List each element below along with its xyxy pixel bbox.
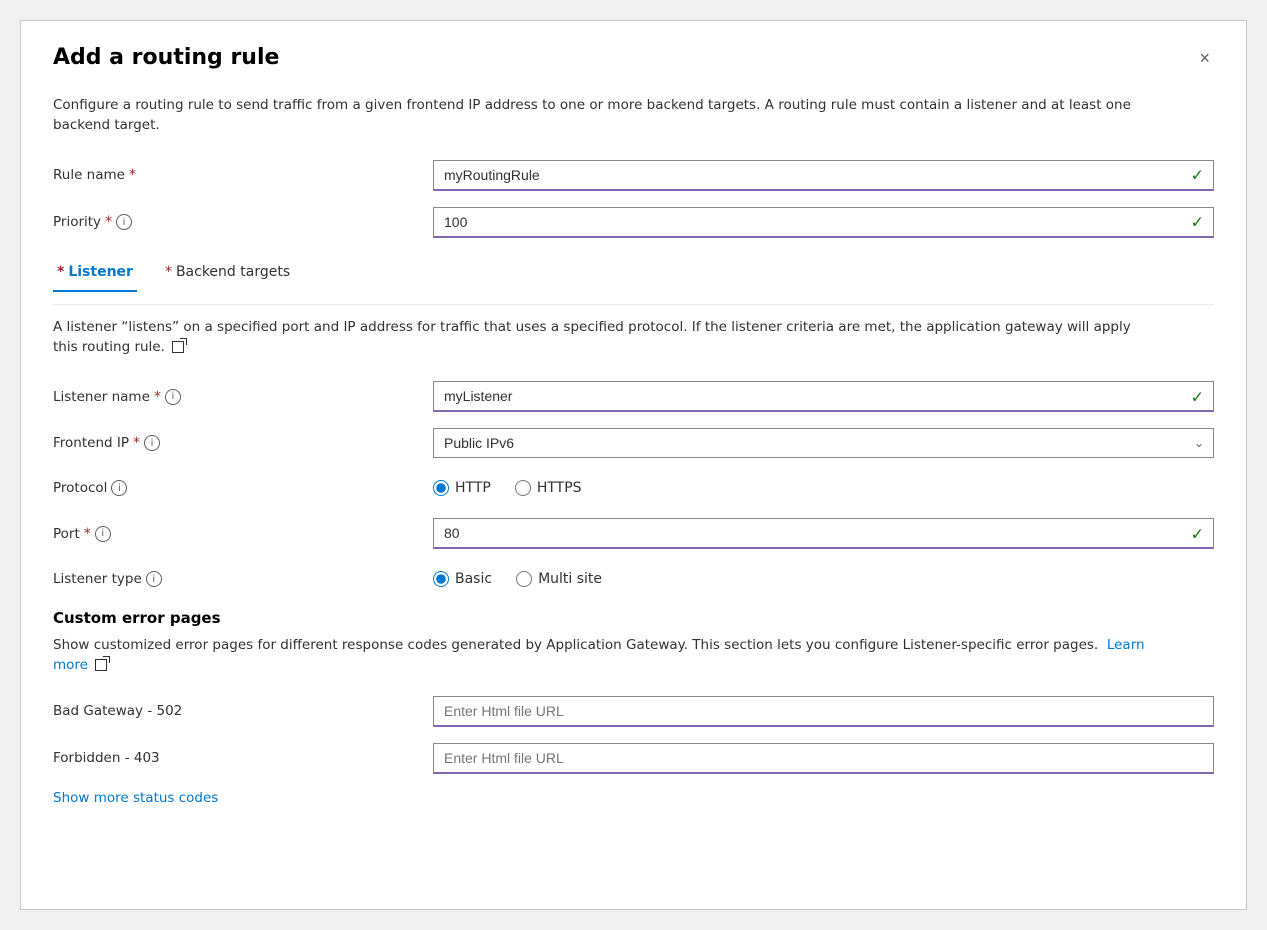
- forbidden-label: Forbidden - 403: [53, 750, 433, 766]
- tab-listener[interactable]: * Listener: [53, 254, 137, 292]
- rule-name-required: *: [129, 167, 136, 183]
- forbidden-row: Forbidden - 403: [53, 743, 1214, 774]
- port-field-wrapper: ✓: [433, 518, 1214, 549]
- dialog-header: Add a routing rule ×: [53, 45, 1214, 71]
- bad-gateway-input[interactable]: [433, 696, 1214, 727]
- dialog-description: Configure a routing rule to send traffic…: [53, 95, 1153, 136]
- close-button[interactable]: ×: [1195, 45, 1214, 71]
- tabs-divider: [53, 304, 1214, 305]
- priority-required: *: [105, 214, 112, 230]
- tab-backend-required: *: [165, 264, 172, 280]
- priority-check-icon: ✓: [1191, 213, 1204, 232]
- listener-description: A listener “listens” on a specified port…: [53, 317, 1153, 358]
- port-input[interactable]: [433, 518, 1214, 549]
- priority-info-icon[interactable]: i: [116, 214, 132, 230]
- protocol-label: Protocol i: [53, 480, 433, 496]
- protocol-https-label[interactable]: HTTPS: [515, 480, 582, 496]
- show-more-status-codes-link[interactable]: Show more status codes: [53, 790, 218, 806]
- listener-type-basic-label[interactable]: Basic: [433, 571, 492, 587]
- protocol-http-label[interactable]: HTTP: [433, 480, 491, 496]
- listener-external-link-icon[interactable]: [172, 341, 184, 353]
- protocol-https-text: HTTPS: [537, 480, 582, 496]
- listener-type-multisite-radio[interactable]: [516, 571, 532, 587]
- forbidden-field-wrapper: [433, 743, 1214, 774]
- frontend-ip-label: Frontend IP * i: [53, 435, 433, 451]
- listener-type-multisite-text: Multi site: [538, 571, 602, 587]
- port-required: *: [84, 526, 91, 542]
- bad-gateway-label: Bad Gateway - 502: [53, 703, 433, 719]
- frontend-ip-select-wrapper: Public IPv6 Public IPv4 Private ⌄: [433, 428, 1214, 458]
- listener-name-check-icon: ✓: [1191, 387, 1204, 406]
- show-more-wrapper: Show more status codes: [53, 790, 1214, 806]
- listener-type-basic-text: Basic: [455, 571, 492, 587]
- rule-name-label-text: Rule name: [53, 167, 125, 183]
- listener-name-info-icon[interactable]: i: [165, 389, 181, 405]
- custom-error-pages-title: Custom error pages: [53, 609, 1214, 627]
- frontend-ip-required: *: [133, 435, 140, 451]
- protocol-radio-group: HTTP HTTPS: [433, 474, 582, 502]
- rule-name-row: Rule name * ✓: [53, 160, 1214, 191]
- bad-gateway-row: Bad Gateway - 502: [53, 696, 1214, 727]
- listener-type-label: Listener type i: [53, 571, 433, 587]
- listener-name-label: Listener name * i: [53, 389, 433, 405]
- dialog-title: Add a routing rule: [53, 45, 279, 70]
- port-row: Port * i ✓: [53, 518, 1214, 549]
- custom-error-pages-section: Custom error pages Show customized error…: [53, 609, 1214, 806]
- protocol-https-radio[interactable]: [515, 480, 531, 496]
- custom-error-pages-description: Show customized error pages for differen…: [53, 635, 1153, 676]
- protocol-info-icon[interactable]: i: [111, 480, 127, 496]
- listener-type-label-text: Listener type: [53, 571, 142, 587]
- listener-type-row: Listener type i Basic Multi site: [53, 565, 1214, 593]
- add-routing-rule-dialog: Add a routing rule × Configure a routing…: [20, 20, 1247, 910]
- priority-label-text: Priority: [53, 214, 101, 230]
- listener-name-input[interactable]: [433, 381, 1214, 412]
- forbidden-input[interactable]: [433, 743, 1214, 774]
- frontend-ip-row: Frontend IP * i Public IPv6 Public IPv4 …: [53, 428, 1214, 458]
- rule-name-field-wrapper: ✓: [433, 160, 1214, 191]
- listener-name-field-wrapper: ✓: [433, 381, 1214, 412]
- rule-name-check-icon: ✓: [1191, 166, 1204, 185]
- tab-listener-label: Listener: [68, 264, 133, 280]
- listener-type-basic-radio[interactable]: [433, 571, 449, 587]
- protocol-row: Protocol i HTTP HTTPS: [53, 474, 1214, 502]
- port-check-icon: ✓: [1191, 524, 1204, 543]
- port-label-text: Port: [53, 526, 80, 542]
- priority-input[interactable]: [433, 207, 1214, 238]
- port-info-icon[interactable]: i: [95, 526, 111, 542]
- tab-backend-targets[interactable]: * Backend targets: [161, 254, 294, 292]
- listener-type-radio-group: Basic Multi site: [433, 565, 602, 593]
- priority-row: Priority * i ✓: [53, 207, 1214, 238]
- tab-backend-label: Backend targets: [176, 264, 290, 280]
- frontend-ip-select[interactable]: Public IPv6 Public IPv4 Private: [433, 428, 1214, 458]
- priority-label: Priority * i: [53, 214, 433, 230]
- priority-field-wrapper: ✓: [433, 207, 1214, 238]
- learn-more-external-link-icon[interactable]: [95, 659, 107, 671]
- frontend-ip-info-icon[interactable]: i: [144, 435, 160, 451]
- protocol-http-text: HTTP: [455, 480, 491, 496]
- protocol-http-radio[interactable]: [433, 480, 449, 496]
- listener-name-row: Listener name * i ✓: [53, 381, 1214, 412]
- tabs-row: * Listener * Backend targets: [53, 254, 1214, 292]
- port-label: Port * i: [53, 526, 433, 542]
- listener-type-info-icon[interactable]: i: [146, 571, 162, 587]
- listener-name-label-text: Listener name: [53, 389, 150, 405]
- tab-listener-required: *: [57, 264, 64, 280]
- bad-gateway-field-wrapper: [433, 696, 1214, 727]
- listener-name-required: *: [154, 389, 161, 405]
- rule-name-label: Rule name *: [53, 167, 433, 183]
- rule-name-input[interactable]: [433, 160, 1214, 191]
- protocol-label-text: Protocol: [53, 480, 107, 496]
- listener-type-multisite-label[interactable]: Multi site: [516, 571, 602, 587]
- frontend-ip-label-text: Frontend IP: [53, 435, 129, 451]
